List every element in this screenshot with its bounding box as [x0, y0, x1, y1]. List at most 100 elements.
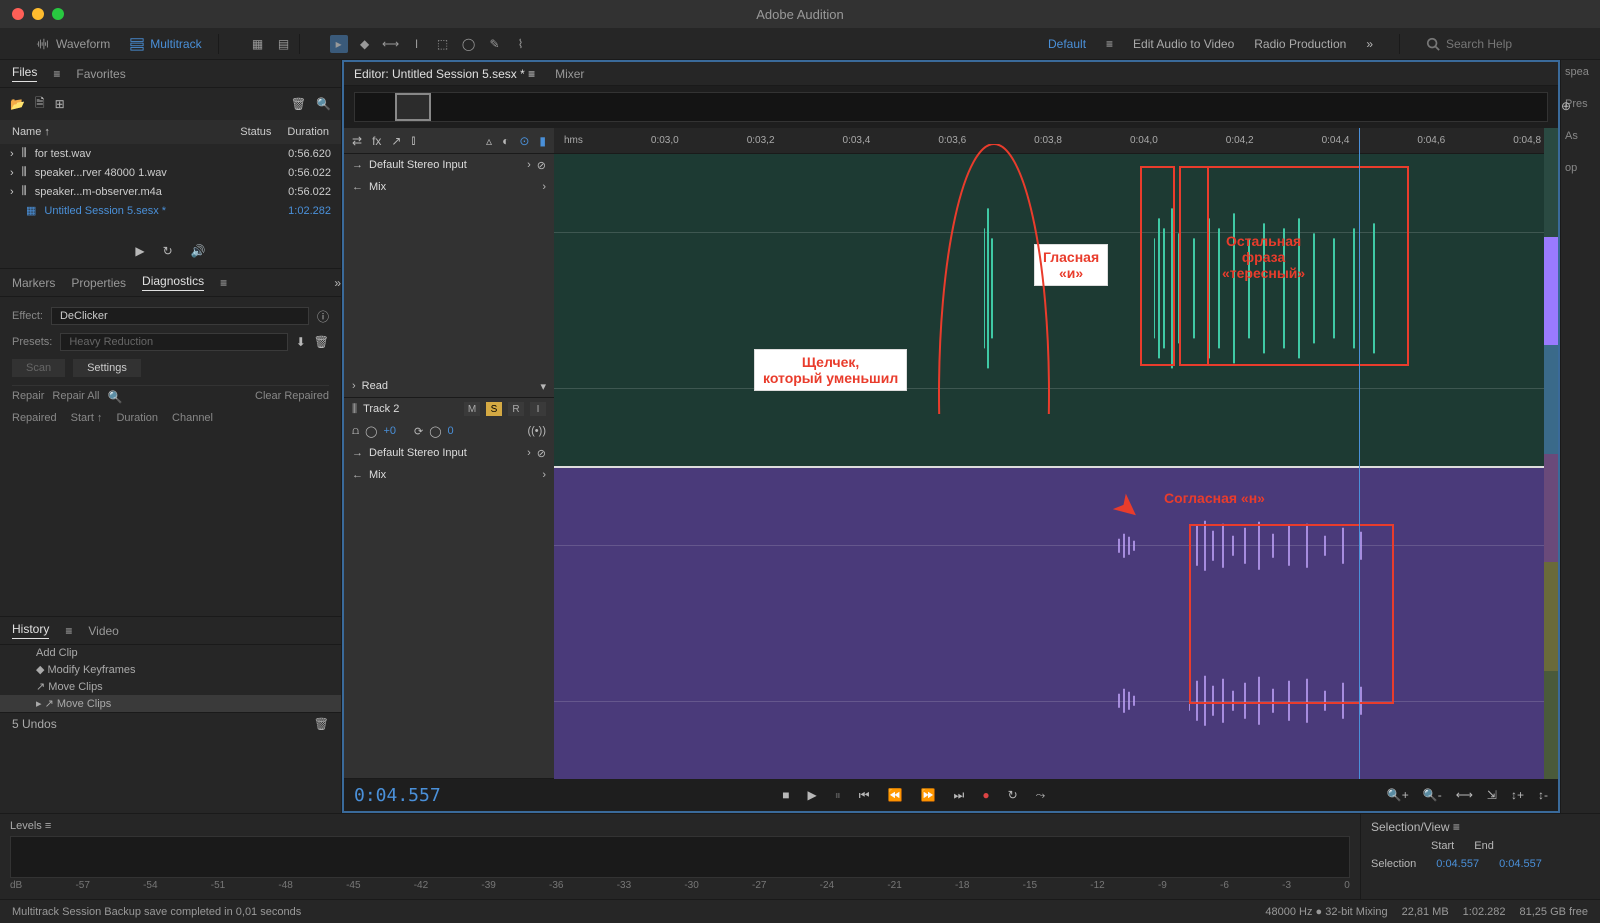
diagnostics-tab[interactable]: Diagnostics — [142, 274, 204, 291]
minimize-window[interactable] — [32, 8, 44, 20]
route-icon[interactable]: ⊘ — [537, 159, 546, 172]
snap-icon[interactable]: ▵ — [486, 134, 492, 148]
mute-button[interactable]: M — [464, 402, 480, 416]
history-item[interactable]: ↗ Move Clips — [0, 678, 341, 695]
rewind-button[interactable]: ⏪ — [888, 788, 903, 803]
stop-button[interactable]: ■ — [782, 788, 789, 803]
track1-automation[interactable]: Read — [362, 380, 535, 392]
video-tab[interactable]: Video — [88, 624, 118, 638]
history-item[interactable]: ◆ Modify Keyframes — [0, 661, 341, 678]
slip-tool[interactable]: ⟷ — [382, 35, 400, 53]
brush-tool[interactable]: ✎ — [486, 35, 504, 53]
clear-repaired-button[interactable]: Clear Repaired — [255, 390, 329, 404]
levels-meter[interactable] — [10, 836, 1350, 878]
record-button[interactable]: R — [508, 402, 524, 416]
file-row[interactable]: ›⫼speaker...rver 48000 1.wav0:56.022 — [0, 163, 341, 182]
eq-icon[interactable]: ⫾ — [411, 133, 415, 148]
file-row[interactable]: ▦Untitled Session 5.sesx *1:02.282 — [0, 201, 341, 220]
settings-button[interactable]: Settings — [73, 359, 141, 377]
marquee-tool[interactable]: ⬚ — [434, 35, 452, 53]
menu-icon[interactable]: ≡ — [220, 276, 227, 290]
zoom-out-v-icon[interactable]: ↕- — [1538, 788, 1548, 802]
preset-select[interactable]: Heavy Reduction — [60, 333, 287, 351]
monitor-button[interactable]: I — [530, 402, 546, 416]
track2-output[interactable]: Mix — [369, 469, 536, 481]
loop-button[interactable]: ↻ — [1008, 788, 1018, 803]
play-button[interactable]: ▶ — [808, 788, 817, 803]
forward-button[interactable]: ⏩ — [921, 788, 936, 803]
col-status[interactable]: Status — [240, 126, 271, 138]
close-window[interactable] — [12, 8, 24, 20]
properties-tab[interactable]: Properties — [71, 276, 126, 290]
overview-viewport[interactable] — [395, 93, 431, 121]
time-display[interactable]: 0:04.557 — [354, 785, 441, 806]
history-item[interactable]: ▸ ↗ Move Clips — [0, 695, 341, 712]
info-icon[interactable]: ⓘ — [317, 308, 329, 325]
workspace-radio[interactable]: Radio Production — [1254, 37, 1346, 51]
repair-button[interactable]: Repair — [12, 390, 44, 404]
zoom-in-v-icon[interactable]: ↕+ — [1511, 788, 1524, 802]
solo-button[interactable]: S — [486, 402, 502, 416]
time-selection-tool[interactable]: I — [408, 35, 426, 53]
search-help[interactable]: Search Help — [1426, 37, 1586, 51]
scan-button[interactable]: Scan — [12, 359, 65, 377]
zoom-sel-icon[interactable]: ⇲ — [1487, 788, 1497, 802]
play-icon[interactable]: ▶ — [135, 244, 144, 258]
trash-icon[interactable]: 🗑 — [314, 717, 329, 731]
more-icon[interactable]: » — [334, 276, 341, 290]
col-duration[interactable]: Duration — [287, 126, 329, 138]
fx-icon[interactable]: fx — [372, 134, 381, 148]
add-icon[interactable]: ⊞ — [55, 97, 65, 111]
maximize-window[interactable] — [52, 8, 64, 20]
effect-select[interactable]: DeClicker — [51, 307, 309, 325]
open-file-icon[interactable]: 📂 — [10, 97, 25, 111]
skip-button[interactable]: ⤳ — [1036, 788, 1046, 803]
zoom-in-icon[interactable]: 🔍+ — [1387, 788, 1409, 802]
next-button[interactable]: ⏭ — [954, 788, 965, 803]
file-row[interactable]: ›⫼for test.wav0:56.620 — [0, 144, 341, 163]
hud-icon[interactable]: ▦ — [249, 35, 267, 53]
multitrack-view-button[interactable]: Multitrack — [120, 33, 211, 55]
zoom-full-icon[interactable]: ⟷ — [1456, 788, 1473, 802]
zoom-fit-icon[interactable]: ⊕ — [1561, 99, 1571, 113]
playhead-icon[interactable]: ⊙ — [519, 134, 529, 148]
overview-bar[interactable]: ⊕ — [354, 92, 1548, 122]
selection-end[interactable]: 0:04.557 — [1499, 858, 1542, 870]
spectral-icon[interactable]: ▤ — [275, 35, 293, 53]
files-tab[interactable]: Files — [12, 65, 37, 82]
track1-input[interactable]: Default Stereo Input — [369, 159, 521, 171]
history-item[interactable]: Add Clip — [0, 645, 341, 661]
waveform-view-button[interactable]: Waveform — [26, 33, 120, 55]
editor-tab[interactable]: Editor: Untitled Session 5.sesx * ≡ — [354, 67, 535, 81]
menu-icon[interactable]: ≡ — [65, 624, 72, 638]
selection-start[interactable]: 0:04.557 — [1436, 858, 1479, 870]
track2-input[interactable]: Default Stereo Input — [369, 447, 521, 459]
more-workspaces-icon[interactable]: » — [1366, 37, 1373, 51]
track2-volume[interactable]: +0 — [383, 425, 396, 437]
send-icon[interactable]: ↗ — [391, 134, 401, 148]
auto-play-icon[interactable]: 🔊 — [191, 244, 206, 258]
swap-icon[interactable]: ⇄ — [352, 134, 362, 148]
col-name[interactable]: Name ↑ — [12, 126, 224, 138]
ripple-icon[interactable]: ◐ — [502, 134, 509, 148]
heal-tool[interactable]: ⌇ — [512, 35, 530, 53]
playhead[interactable] — [1359, 128, 1360, 779]
menu-icon[interactable]: ≡ — [1106, 37, 1113, 51]
menu-icon[interactable]: ≡ — [53, 67, 60, 81]
razor-tool[interactable]: ◆ — [356, 35, 374, 53]
new-file-icon[interactable]: 🗎 — [35, 94, 45, 115]
tracks-canvas[interactable]: hms0:03,00:03,20:03,40:03,60:03,80:04,00… — [554, 128, 1558, 779]
time-ruler[interactable]: hms0:03,00:03,20:03,40:03,60:03,80:04,00… — [554, 128, 1558, 154]
delete-preset-icon[interactable]: 🗑 — [314, 335, 329, 349]
record-button[interactable]: ● — [982, 788, 989, 803]
marker-icon[interactable]: ▮ — [539, 134, 546, 148]
pause-button[interactable]: ⏸ — [835, 788, 841, 803]
loop-icon[interactable]: ↻ — [163, 244, 173, 258]
repair-all-button[interactable]: Repair All — [52, 390, 99, 404]
save-preset-icon[interactable]: ⬇ — [296, 335, 306, 349]
mixer-tab[interactable]: Mixer — [555, 67, 584, 81]
search-icon[interactable]: 🔍 — [107, 390, 122, 404]
favorites-tab[interactable]: Favorites — [76, 67, 125, 81]
track2-name[interactable]: Track 2 — [363, 403, 458, 415]
move-tool[interactable]: ▸ — [330, 35, 348, 53]
